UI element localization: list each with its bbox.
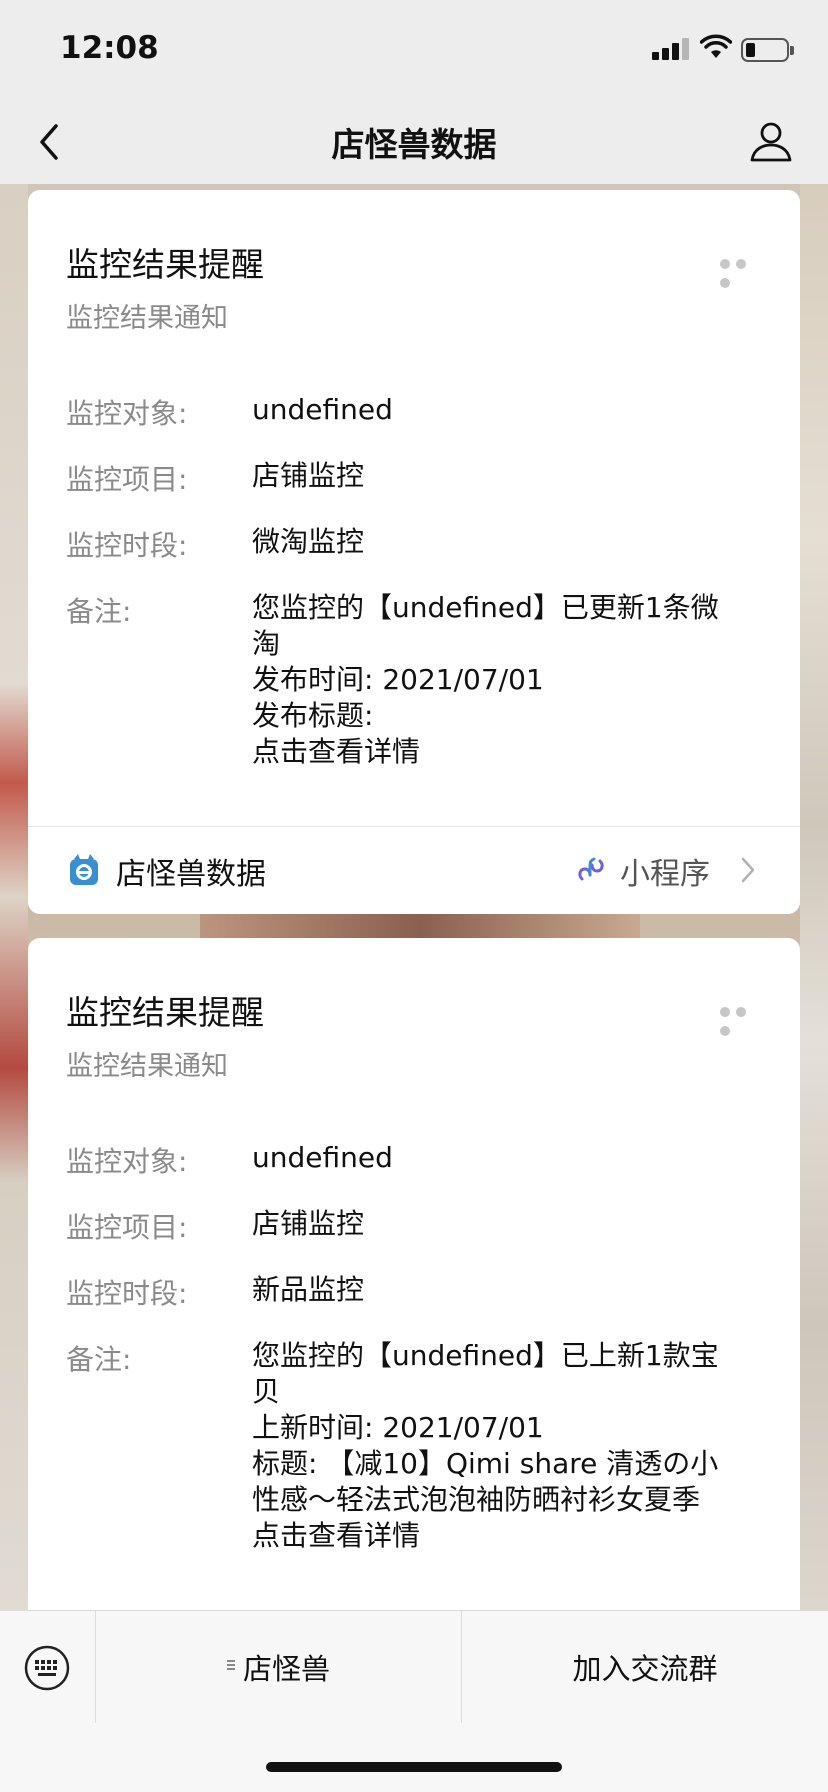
mini-program-name: 店怪兽数据 <box>116 857 266 892</box>
note-line: 发布时间: 2021/07/01 <box>252 663 544 696</box>
keyboard-toggle-button[interactable] <box>0 1611 96 1723</box>
submenu-icon <box>226 1660 237 1674</box>
field-label: 监控对象: <box>66 1145 188 1178</box>
field-label: 监控对象: <box>66 397 188 430</box>
note-line: 点击查看详情 <box>252 735 421 768</box>
note-line: 点击查看详情 <box>252 1519 421 1552</box>
card-subtitle: 监控结果通知 <box>66 303 228 334</box>
field-label: 监控项目: <box>66 1211 188 1244</box>
profile-icon[interactable] <box>748 118 794 164</box>
note-line: 发布标题: <box>252 699 374 732</box>
note-line: 您监控的【undefined】已上新1款宝 <box>252 1339 719 1372</box>
nav-bar: 店怪兽数据 <box>0 100 828 184</box>
note-line: 淘 <box>252 627 281 660</box>
note-line: 贝 <box>252 1375 281 1408</box>
note-line: 标题: 【减10】Qimi share 清透の小 <box>252 1447 719 1480</box>
note-value: 您监控的【undefined】已上新1款宝 贝 上新时间: 2021/07/01… <box>252 1338 762 1554</box>
field-label: 监控时段: <box>66 1277 188 1310</box>
page-title: 店怪兽数据 <box>331 125 497 164</box>
card-title: 监控结果提醒 <box>66 245 264 284</box>
field-label: 备注: <box>66 595 132 628</box>
wifi-icon <box>700 34 732 58</box>
field-label: 监控项目: <box>66 463 188 496</box>
mini-program-footer[interactable]: 店怪兽数据 小程序 <box>28 826 800 914</box>
field-value: 新品监控 <box>252 1273 365 1306</box>
mini-program-type: 小程序 <box>620 857 710 892</box>
field-label: 备注: <box>66 1343 132 1376</box>
more-icon[interactable] <box>720 1002 766 1036</box>
field-value: 店铺监控 <box>252 1207 365 1240</box>
menu-item-join-group[interactable]: 加入交流群 <box>462 1611 828 1723</box>
card-subtitle: 监控结果通知 <box>66 1051 228 1082</box>
message-card[interactable]: 监控结果提醒 监控结果通知 监控对象: undefined 监控项目: 店铺监控… <box>28 190 800 914</box>
battery-icon <box>741 38 794 62</box>
field-value: 微淘监控 <box>252 525 365 558</box>
field-value: undefined <box>252 1141 393 1174</box>
more-icon[interactable] <box>720 254 766 288</box>
field-label: 监控时段: <box>66 529 188 562</box>
menu-item-dianguaishou[interactable]: 店怪兽 <box>96 1611 462 1723</box>
home-indicator <box>266 1762 562 1772</box>
mini-program-link-icon <box>578 857 604 881</box>
menu-item-label: 店怪兽 <box>242 1652 330 1686</box>
note-line: 您监控的【undefined】已更新1条微 <box>252 591 719 624</box>
field-value: 店铺监控 <box>252 459 365 492</box>
note-line: 性感～轻法式泡泡袖防晒衬衫女夏季 <box>252 1483 701 1516</box>
mini-program-logo-icon <box>70 854 98 885</box>
message-card[interactable]: 监控结果提醒 监控结果通知 监控对象: undefined 监控项目: 店铺监控… <box>28 938 800 1610</box>
status-bar: 12:08 <box>0 0 828 100</box>
menu-item-label: 加入交流群 <box>572 1652 718 1686</box>
note-value: 您监控的【undefined】已更新1条微 淘 发布时间: 2021/07/01… <box>252 590 762 770</box>
field-value: undefined <box>252 393 393 426</box>
note-line: 上新时间: 2021/07/01 <box>252 1411 544 1444</box>
keyboard-icon <box>24 1645 70 1691</box>
cellular-signal-icon <box>652 38 690 60</box>
status-time: 12:08 <box>60 30 159 66</box>
card-title: 监控结果提醒 <box>66 993 264 1032</box>
chevron-right-icon <box>741 857 755 883</box>
